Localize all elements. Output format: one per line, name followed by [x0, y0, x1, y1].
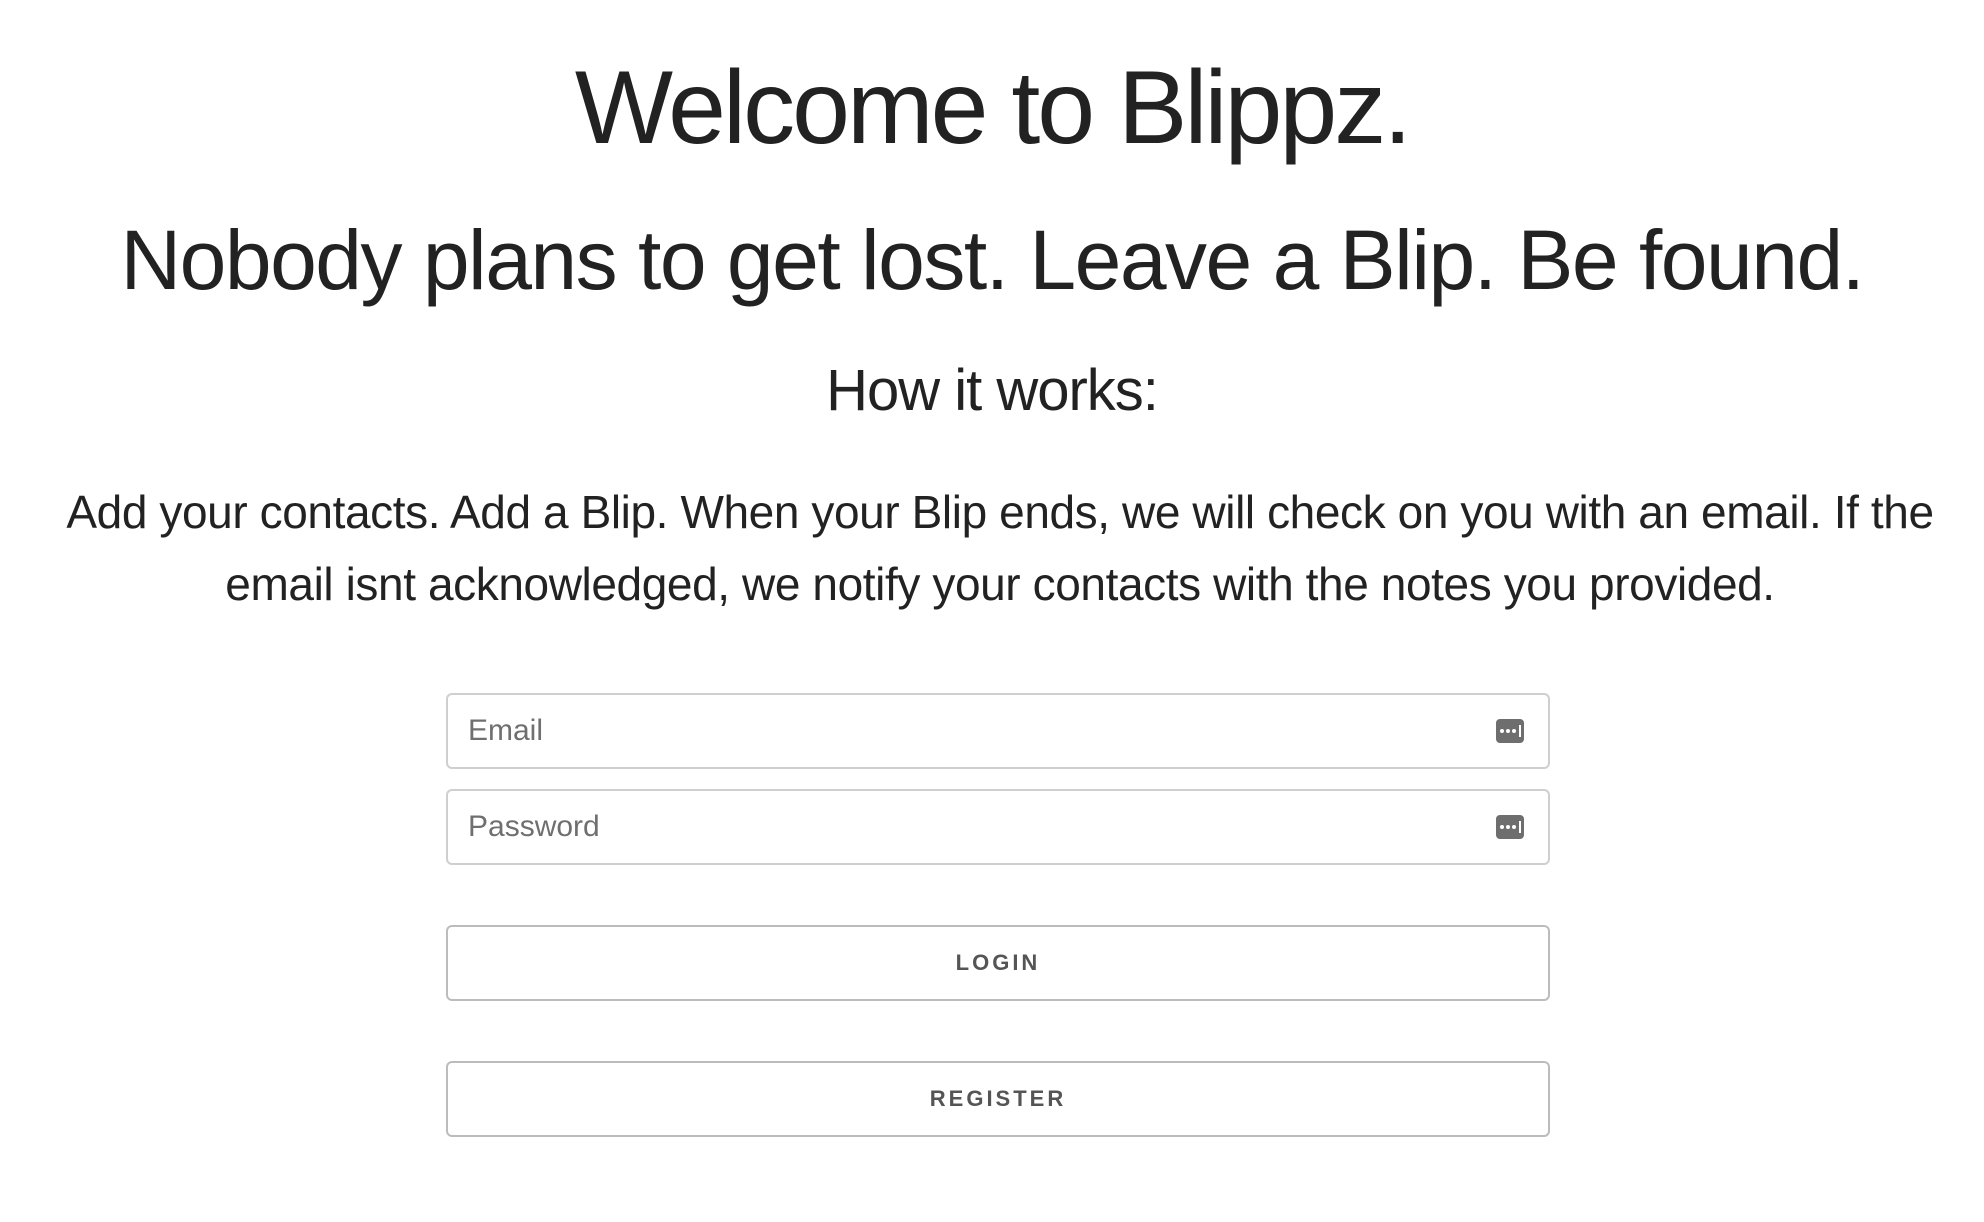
register-button[interactable]: Register — [446, 1061, 1550, 1137]
tagline: Nobody plans to get lost. Leave a Blip. … — [120, 213, 1865, 307]
email-input[interactable] — [448, 695, 1548, 767]
email-field-container — [446, 693, 1550, 769]
how-it-works-heading: How it works: — [826, 358, 1159, 423]
password-input[interactable] — [448, 791, 1548, 863]
autofill-key-icon[interactable] — [1496, 813, 1524, 841]
login-page: Welcome to Blippz. Nobody plans to get l… — [0, 0, 1984, 1222]
how-it-works-description: Add your contacts. Add a Blip. When your… — [66, 486, 1934, 610]
password-field-container — [446, 789, 1550, 865]
login-button[interactable]: Login — [446, 925, 1550, 1001]
autofill-key-icon[interactable] — [1496, 717, 1524, 745]
page-title: Welcome to Blippz. — [574, 50, 1412, 166]
login-form: Login Register — [446, 693, 1550, 1137]
